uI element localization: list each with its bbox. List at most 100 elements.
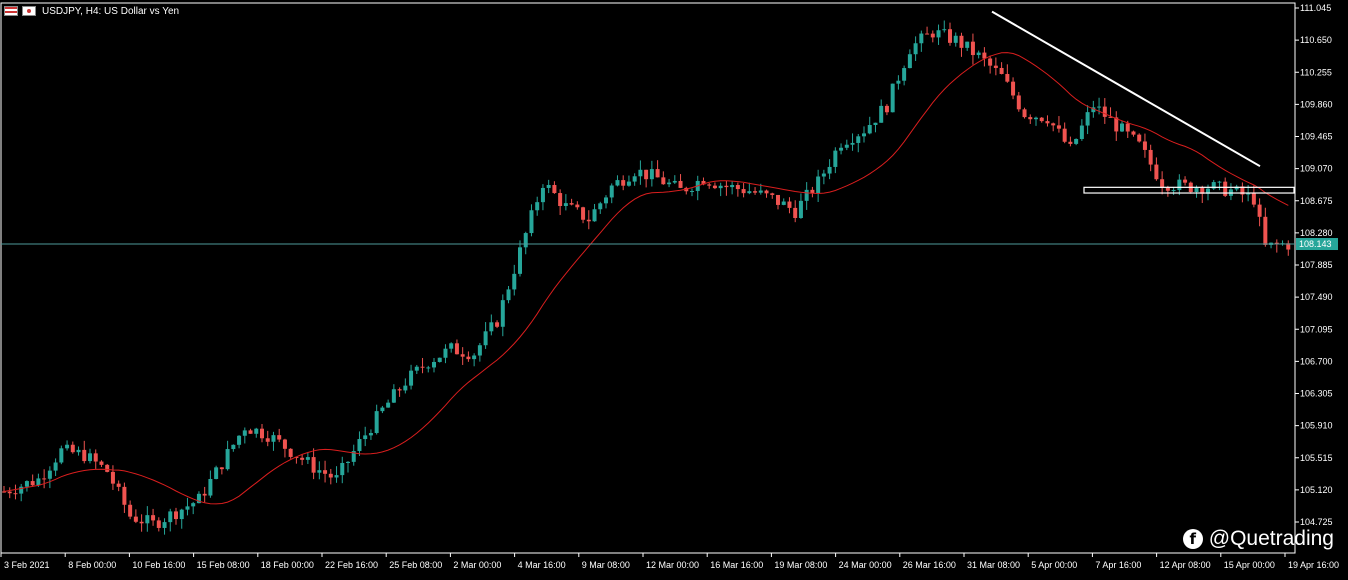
candle-body	[311, 457, 316, 473]
candle-body	[420, 366, 425, 368]
candle-body	[1223, 181, 1228, 196]
candle-body	[185, 506, 190, 510]
candle-body	[151, 515, 156, 521]
us-flag-icon	[4, 6, 18, 16]
y-tick-label: 107.490	[1300, 292, 1333, 302]
candle-body	[787, 201, 792, 208]
candle-body	[1068, 141, 1073, 144]
candle-body	[254, 428, 259, 434]
candle-body	[1154, 164, 1159, 180]
candle-body	[477, 345, 482, 356]
x-tick-label: 16 Mar 16:00	[710, 560, 763, 570]
chart-header: USDJPY, H4: US Dollar vs Yen	[4, 4, 179, 18]
y-tick-label: 110.255	[1300, 67, 1332, 77]
candle-body	[1005, 73, 1010, 82]
candle-body	[953, 35, 958, 43]
candle-body	[65, 444, 70, 449]
candle-body	[512, 273, 517, 290]
candle-body	[540, 187, 545, 203]
candle-body	[758, 190, 763, 193]
candle-body	[1120, 123, 1124, 132]
candle-body	[982, 52, 987, 59]
candle-body	[42, 478, 47, 480]
candle-body	[764, 190, 769, 194]
candle-body	[328, 473, 333, 478]
candlestick-chart[interactable]: 111.045 110.650 110.255 109.860 109.465 109.0…	[0, 0, 1348, 575]
candle-body	[506, 289, 511, 301]
candle-body	[110, 471, 115, 484]
candle-body	[672, 180, 677, 183]
candle-body	[317, 470, 322, 473]
candle-body	[214, 467, 219, 479]
candle-body	[970, 41, 975, 56]
candle-body	[162, 522, 167, 528]
candle-body	[1022, 109, 1027, 118]
candle-body	[976, 52, 981, 56]
candle-body	[99, 461, 104, 465]
candle-body	[518, 247, 522, 274]
candle-body	[776, 194, 780, 205]
candle-body	[368, 433, 373, 436]
x-tick-label: 4 Mar 16:00	[518, 560, 566, 570]
candle-body	[363, 435, 368, 440]
candle-body	[1160, 179, 1165, 188]
candle-body	[122, 486, 127, 505]
candle-body	[202, 493, 207, 496]
candle-body	[1011, 81, 1016, 96]
y-tick-label: 108.675	[1300, 196, 1333, 206]
candle-body	[24, 481, 29, 487]
candle-body	[667, 182, 672, 185]
candle-body	[724, 185, 729, 188]
y-tick-label: 109.070	[1300, 164, 1333, 174]
candle-body	[907, 54, 912, 69]
y-tick-label: 107.885	[1300, 260, 1333, 270]
candle-body	[844, 144, 849, 148]
candle-body	[1217, 181, 1222, 183]
candle-body	[374, 411, 379, 434]
candle-body	[397, 389, 402, 391]
candle-body	[1263, 216, 1268, 245]
candle-body	[1177, 179, 1182, 191]
candle-body	[460, 354, 465, 357]
candle-body	[890, 83, 895, 113]
candle-body	[426, 367, 431, 369]
candle-body	[592, 209, 597, 222]
candle-body	[707, 184, 712, 186]
candle-body	[70, 444, 75, 453]
candle-body	[798, 200, 803, 218]
candle-body	[237, 435, 242, 445]
candle-body	[483, 331, 488, 346]
candle-body	[804, 189, 809, 201]
candle-body	[59, 448, 64, 463]
candle-body	[179, 509, 184, 520]
x-tick-label: 2 Mar 00:00	[453, 560, 501, 570]
candle-body	[380, 407, 385, 412]
candle-body	[913, 43, 918, 55]
chart-area[interactable]: 111.045 110.650 110.255 109.860 109.465 109.0…	[0, 0, 1348, 575]
y-tick-label: 108.280	[1300, 228, 1333, 238]
candle-body	[856, 136, 861, 143]
jp-flag-icon	[22, 6, 36, 16]
candle-body	[265, 438, 270, 442]
x-tick-label: 10 Feb 16:00	[132, 560, 185, 570]
candle-body	[638, 169, 643, 177]
candle-body	[260, 428, 264, 439]
candle-body	[936, 30, 941, 38]
candle-body	[13, 493, 18, 495]
y-tick-label: 105.120	[1300, 485, 1333, 495]
candle-body	[1051, 123, 1056, 126]
candle-body	[82, 449, 87, 462]
candle-body	[168, 511, 173, 523]
candle-body	[1045, 121, 1050, 124]
candle-body	[930, 33, 935, 38]
candle-body	[529, 210, 534, 234]
candle-body	[225, 449, 230, 470]
candle-body	[816, 176, 821, 194]
candle-body	[747, 191, 752, 194]
moving-average-line	[3, 52, 1289, 505]
candle-body	[1016, 95, 1021, 110]
candle-body	[632, 176, 637, 182]
x-tick-label: 15 Feb 08:00	[197, 560, 250, 570]
candle-body	[862, 133, 866, 137]
x-tick-label: 5 Apr 00:00	[1031, 560, 1077, 570]
